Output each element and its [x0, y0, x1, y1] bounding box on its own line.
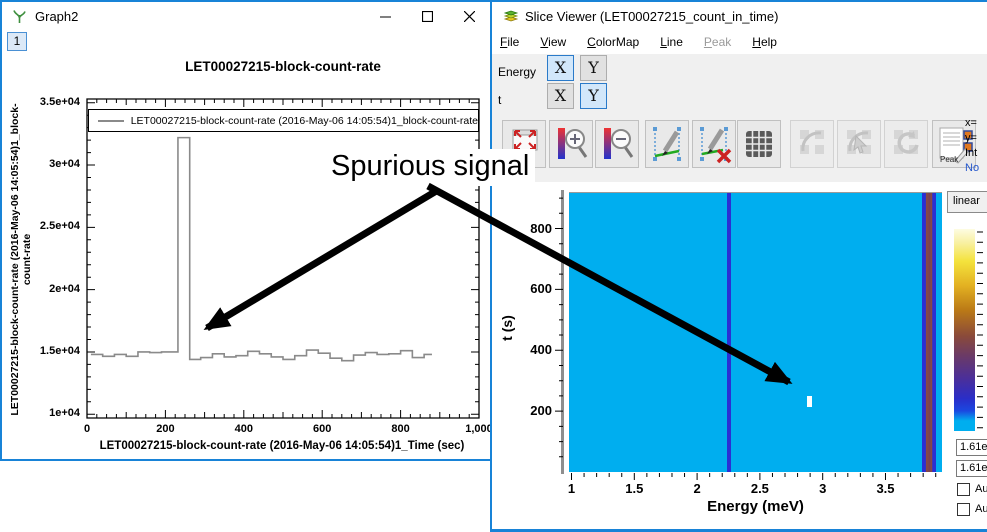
menu-file[interactable]: File [500, 35, 519, 49]
tick-label: 3.5e+04 [30, 96, 80, 108]
tick-label: 800 [376, 423, 426, 435]
graph2-window: Graph2 1 LET00027215-block-count-rate LE… [0, 0, 494, 461]
colorbar[interactable] [954, 229, 975, 431]
zoom-in-icon[interactable] [549, 120, 593, 168]
menu-line[interactable]: Line [660, 35, 683, 49]
menu-bar: File View ColorMap Line Peak Help [492, 30, 987, 54]
maximize-icon[interactable] [406, 2, 448, 30]
peak-button-label: Peak [940, 155, 959, 164]
autoscale-max-label: Au [975, 483, 987, 495]
t-axis-title: t (s) [499, 303, 515, 353]
colorbar-max-input[interactable]: 1.61e [956, 439, 987, 456]
tick-label: 0 [62, 423, 112, 435]
dimension-label-t: t [498, 93, 501, 107]
energy-y-button[interactable]: Y [580, 55, 607, 81]
x-axis-title: LET00027215-block-count-rate (2016-May-0… [62, 440, 494, 452]
normalization-readout: No [965, 162, 979, 174]
plot-title: LET00027215-block-count-rate [87, 59, 479, 74]
tick-label: 3 [803, 481, 843, 496]
tick-label: 200 [514, 403, 552, 418]
t-x-button[interactable]: X [547, 83, 574, 109]
minimize-icon[interactable] [364, 2, 406, 30]
slice-viewer-window-title: Slice Viewer (LET00027215_count_in_time) [525, 9, 778, 24]
layer-tab-1[interactable]: 1 [7, 32, 27, 51]
autoscale-min-label: Au [975, 503, 987, 515]
slice-viewer-titlebar[interactable]: Slice Viewer (LET00027215_count_in_time) [492, 2, 987, 30]
graph2-window-title: Graph2 [35, 9, 78, 24]
menu-view[interactable]: View [540, 35, 566, 49]
tick-label: 1.5 [614, 481, 654, 496]
colorbar-min-input[interactable]: 1.61e [956, 460, 987, 477]
menu-help[interactable]: Help [752, 35, 777, 49]
peak-overlay-button [790, 120, 834, 168]
slice-viewer-window: Slice Viewer (LET00027215_count_in_time)… [490, 0, 987, 532]
heatmap-canvas[interactable] [569, 192, 942, 472]
spurious-pixel [807, 396, 812, 407]
tick-label: 1,000 [454, 423, 494, 435]
legend-line-sample [98, 120, 124, 122]
cursor-intensity-readout: Int [965, 147, 977, 159]
tick-label: 600 [514, 281, 552, 296]
autoscale-min-checkbox[interactable] [957, 503, 970, 516]
tick-label: 3e+04 [30, 158, 80, 170]
detector-line [727, 193, 730, 472]
energy-x-button[interactable]: X [547, 55, 574, 81]
peak-refresh-button [884, 120, 928, 168]
color-scale-select[interactable]: linear [947, 191, 987, 213]
close-icon[interactable] [448, 2, 490, 30]
tick-label: 2.5e+04 [30, 220, 80, 232]
line-mode-button[interactable] [645, 120, 689, 168]
tick-label: 400 [219, 423, 269, 435]
tick-label: 2 [677, 481, 717, 496]
menu-colormap[interactable]: ColorMap [587, 35, 639, 49]
graph-window-icon [11, 8, 28, 25]
y-axis-title: LET00027215-block-count-rate (2016-May-0… [9, 99, 33, 420]
remove-line-button[interactable] [692, 120, 736, 168]
cursor-y-readout: y= [965, 132, 977, 144]
tick-label: 1e+04 [30, 407, 80, 419]
zoom-out-icon[interactable] [595, 120, 639, 168]
energy-axis-title: Energy (meV) [569, 498, 942, 515]
tick-label: 2.5 [740, 481, 780, 496]
axis-splitter[interactable] [561, 190, 564, 474]
dimension-selector-area: Energy X Y t X Y [492, 54, 987, 114]
dimension-label-energy: Energy [498, 65, 536, 79]
tick-label: 600 [297, 423, 347, 435]
annotation-text: Spurious signal [325, 149, 535, 186]
legend-label: LET00027215-block-count-rate (2016-May-0… [131, 115, 478, 127]
menu-peak: Peak [704, 35, 731, 49]
graph2-titlebar[interactable]: Graph2 [2, 2, 492, 30]
peak-pointer-button [837, 120, 881, 168]
tick-label: 200 [140, 423, 190, 435]
toolbar: Peak x= y= Int No [492, 114, 987, 182]
tick-label: 1.5e+04 [30, 345, 80, 357]
cursor-x-readout: x= [965, 117, 977, 129]
plot-legend[interactable]: LET00027215-block-count-rate (2016-May-0… [88, 109, 479, 132]
screenshot-root: Graph2 1 LET00027215-block-count-rate LE… [0, 0, 987, 532]
tick-label: 1 [552, 481, 592, 496]
t-y-button[interactable]: Y [580, 83, 607, 109]
grid-mode-button[interactable] [737, 120, 781, 168]
detector-band [922, 193, 936, 472]
autoscale-max-checkbox[interactable] [957, 483, 970, 496]
tick-label: 3.5 [865, 481, 905, 496]
tick-label: 2e+04 [30, 283, 80, 295]
tick-label: 800 [514, 221, 552, 236]
tick-label: 400 [514, 342, 552, 357]
slice-viewer-icon [501, 8, 520, 25]
